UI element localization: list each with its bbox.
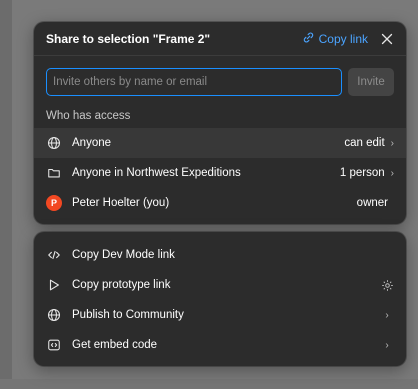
access-row-anyone[interactable]: Anyone can edit › — [34, 128, 406, 158]
action-label: Copy prototype link — [72, 279, 171, 291]
member-count: 1 person — [339, 167, 385, 179]
copy-link-label: Copy link — [318, 31, 368, 46]
share-header: Share to selection "Frame 2" Copy link — [34, 22, 406, 56]
chevron-right-icon: › — [385, 309, 389, 321]
settings-icon[interactable] — [380, 279, 394, 292]
backdrop-edge — [0, 0, 12, 389]
publish-to-community-item[interactable]: Publish to Community › — [34, 300, 406, 330]
close-icon[interactable] — [380, 32, 394, 46]
get-embed-code-item[interactable]: Get embed code › — [34, 330, 406, 360]
share-dialog: Share to selection "Frame 2" Copy link I… — [34, 22, 406, 224]
access-label: Anyone in Northwest Expeditions — [72, 167, 241, 179]
folder-icon — [46, 165, 62, 181]
globe-icon — [46, 307, 62, 323]
role-value: owner — [356, 197, 388, 209]
link-icon — [302, 31, 315, 47]
permission-value: can edit — [344, 137, 385, 149]
embed-icon — [46, 337, 62, 353]
copy-link-button[interactable]: Copy link — [302, 31, 368, 47]
access-label: Peter Hoelter (you) — [72, 197, 170, 209]
who-has-access-heading: Who has access — [46, 110, 131, 122]
backdrop-bottom — [0, 379, 418, 389]
invite-row: Invite — [34, 56, 406, 96]
chevron-right-icon: › — [390, 167, 394, 179]
action-label: Publish to Community — [72, 309, 184, 321]
copy-prototype-link-item[interactable]: Copy prototype link — [34, 270, 406, 300]
play-icon — [46, 277, 62, 293]
globe-icon — [46, 135, 62, 151]
action-label: Get embed code — [72, 339, 158, 351]
avatar: P — [46, 195, 62, 211]
copy-dev-mode-link-item[interactable]: Copy Dev Mode link — [34, 240, 406, 270]
access-row-organization[interactable]: Anyone in Northwest Expeditions 1 person… — [34, 158, 406, 188]
access-row-owner: P Peter Hoelter (you) owner — [34, 188, 406, 218]
access-label: Anyone — [72, 137, 112, 149]
invite-input[interactable] — [46, 68, 342, 96]
action-label: Copy Dev Mode link — [72, 249, 175, 261]
chevron-right-icon: › — [385, 339, 389, 351]
share-actions-panel: Copy Dev Mode link Copy prototype link P… — [34, 232, 406, 366]
canvas-backdrop: Share to selection "Frame 2" Copy link I… — [0, 0, 418, 389]
chevron-right-icon: › — [390, 137, 394, 149]
invite-button[interactable]: Invite — [348, 68, 394, 96]
dialog-title: Share to selection "Frame 2" — [46, 31, 211, 46]
code-icon — [46, 247, 62, 263]
